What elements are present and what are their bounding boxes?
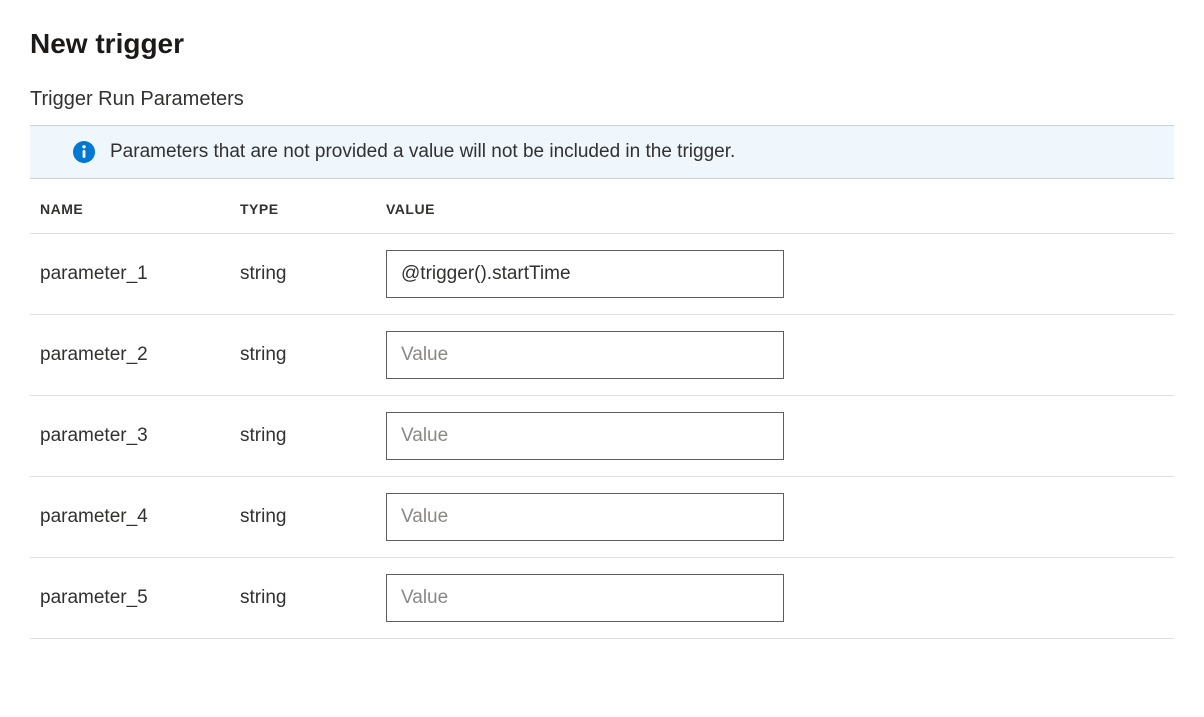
table-row: parameter_2 string: [30, 315, 1174, 396]
table-row: parameter_1 string: [30, 234, 1174, 315]
column-header-name: NAME: [40, 201, 240, 217]
param-type: string: [240, 506, 386, 528]
param-name: parameter_4: [40, 506, 240, 528]
table-row: parameter_5 string: [30, 558, 1174, 639]
column-header-value: VALUE: [386, 201, 1164, 217]
param-value-input[interactable]: [386, 574, 784, 622]
param-type: string: [240, 425, 386, 447]
section-title: Trigger Run Parameters: [30, 88, 1174, 111]
param-type: string: [240, 344, 386, 366]
param-type: string: [240, 263, 386, 285]
param-name: parameter_5: [40, 587, 240, 609]
info-banner-text: Parameters that are not provided a value…: [110, 141, 735, 163]
param-value-input[interactable]: [386, 493, 784, 541]
param-value-input[interactable]: [386, 250, 784, 298]
param-name: parameter_3: [40, 425, 240, 447]
param-value-input[interactable]: [386, 331, 784, 379]
info-icon: [72, 140, 96, 164]
param-name: parameter_2: [40, 344, 240, 366]
column-header-type: TYPE: [240, 201, 386, 217]
table-header: NAME TYPE VALUE: [30, 179, 1174, 234]
param-name: parameter_1: [40, 263, 240, 285]
info-banner: Parameters that are not provided a value…: [30, 125, 1174, 179]
table-row: parameter_4 string: [30, 477, 1174, 558]
param-type: string: [240, 587, 386, 609]
param-value-input[interactable]: [386, 412, 784, 460]
table-row: parameter_3 string: [30, 396, 1174, 477]
page-title: New trigger: [30, 28, 1174, 60]
